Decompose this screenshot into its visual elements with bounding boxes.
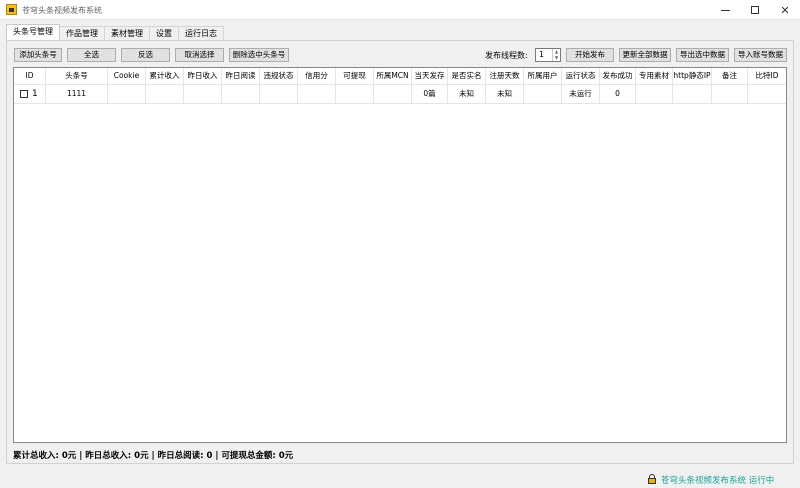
tab-material-management[interactable]: 素材管理 [104, 26, 150, 40]
invert-selection-button[interactable]: 反选 [121, 48, 170, 62]
table-cell[interactable] [298, 85, 336, 104]
column-header[interactable]: 运行状态 [562, 68, 600, 85]
maximize-button[interactable] [740, 0, 770, 20]
column-header[interactable]: 信用分 [298, 68, 336, 85]
close-button[interactable]: ✕ [770, 0, 800, 20]
minimize-button[interactable] [710, 0, 740, 20]
table-cell[interactable] [712, 85, 748, 104]
table-cell[interactable]: 未知 [448, 85, 486, 104]
column-header[interactable]: 比特ID [748, 68, 786, 85]
export-selected-button[interactable]: 导出选中数据 [676, 48, 729, 62]
thread-count-stepper[interactable]: 1 ▲ ▼ [535, 48, 561, 62]
table-cell[interactable] [184, 85, 222, 104]
window-title: 苍穹头条视频发布系统 [22, 6, 102, 15]
maximize-icon [751, 6, 759, 14]
column-header[interactable]: ID [14, 68, 46, 85]
column-header[interactable]: 备注 [712, 68, 748, 85]
row-id: 1 [32, 89, 38, 99]
column-header[interactable]: 昨日收入 [184, 68, 222, 85]
summary-totals: 累计总收入: 0元 | 昨日总收入: 0元 | 昨日总阅读: 0 | 可提现总金… [13, 451, 294, 461]
column-header[interactable]: 是否实名 [448, 68, 486, 85]
table-cell-id[interactable]: 1 [14, 85, 46, 104]
status-bar: 苍穹头条视频发布系统 运行中 [648, 474, 774, 486]
table-cell[interactable] [374, 85, 412, 104]
lock-icon [648, 474, 656, 484]
column-header[interactable]: 累计收入 [146, 68, 184, 85]
column-header[interactable]: 发布成功 [600, 68, 636, 85]
column-header[interactable]: 可提现 [336, 68, 374, 85]
tab-works-management[interactable]: 作品管理 [59, 26, 105, 40]
app-logo-icon [6, 4, 17, 15]
table-cell[interactable] [222, 85, 260, 104]
column-header[interactable]: 专用素材 [636, 68, 673, 85]
close-icon: ✕ [780, 3, 790, 17]
tab-run-log[interactable]: 运行日志 [178, 26, 224, 40]
table-cell[interactable]: 1111 [46, 85, 108, 104]
column-header[interactable]: 昨日阅读 [222, 68, 260, 85]
table-cell[interactable] [336, 85, 374, 104]
import-accounts-button[interactable]: 导入账号数据 [734, 48, 787, 62]
spinner-arrows-icon[interactable]: ▲ ▼ [552, 49, 560, 61]
table-cell[interactable] [260, 85, 298, 104]
column-header[interactable]: 注册天数 [486, 68, 524, 85]
minimize-icon [720, 9, 730, 11]
select-all-button[interactable]: 全选 [67, 48, 116, 62]
delete-selected-button[interactable]: 删除选中头条号 [229, 48, 289, 62]
table-cell[interactable]: 0 [600, 85, 636, 104]
start-publish-button[interactable]: 开始发布 [566, 48, 614, 62]
table-cell[interactable] [636, 85, 673, 104]
column-header[interactable]: Cookie [108, 68, 146, 85]
tab-bar: 头条号管理 作品管理 素材管理 设置 运行日志 [6, 24, 224, 40]
table-cell[interactable]: 0篇 [412, 85, 448, 104]
thread-count-label: 发布线程数: [485, 51, 528, 60]
column-header[interactable]: 头条号 [46, 68, 108, 85]
app-window: 苍穹头条视频发布系统 ✕ 头条号管理 作品管理 素材管理 设置 运行日志 添加头… [0, 0, 800, 488]
column-header[interactable]: 违规状态 [260, 68, 298, 85]
table-cell[interactable] [108, 85, 146, 104]
status-text: 苍穹头条视频发布系统 运行中 [661, 476, 775, 486]
accounts-table[interactable]: ID 头条号 Cookie 累计收入 昨日收入 昨日阅读 违规状态 信用分 可提… [13, 67, 787, 443]
table-cell[interactable] [524, 85, 562, 104]
thread-count-value: 1 [539, 50, 545, 59]
table-cell[interactable] [673, 85, 712, 104]
add-account-button[interactable]: 添加头条号 [14, 48, 62, 62]
column-header[interactable]: 当天发存 [412, 68, 448, 85]
tab-account-management[interactable]: 头条号管理 [6, 24, 60, 40]
tab-settings[interactable]: 设置 [149, 26, 179, 40]
column-header[interactable]: 所属用户 [524, 68, 562, 85]
table-cell[interactable]: 未运行 [562, 85, 600, 104]
column-header[interactable]: http静态IP [673, 68, 712, 85]
title-bar: 苍穹头条视频发布系统 ✕ [0, 0, 800, 20]
update-all-button[interactable]: 更新全部数据 [619, 48, 671, 62]
column-header[interactable]: 所属MCN [374, 68, 412, 85]
table-cell[interactable] [748, 85, 786, 104]
deselect-button[interactable]: 取消选择 [175, 48, 224, 62]
table-cell[interactable]: 未知 [486, 85, 524, 104]
table-cell[interactable] [146, 85, 184, 104]
row-checkbox[interactable] [20, 90, 28, 98]
